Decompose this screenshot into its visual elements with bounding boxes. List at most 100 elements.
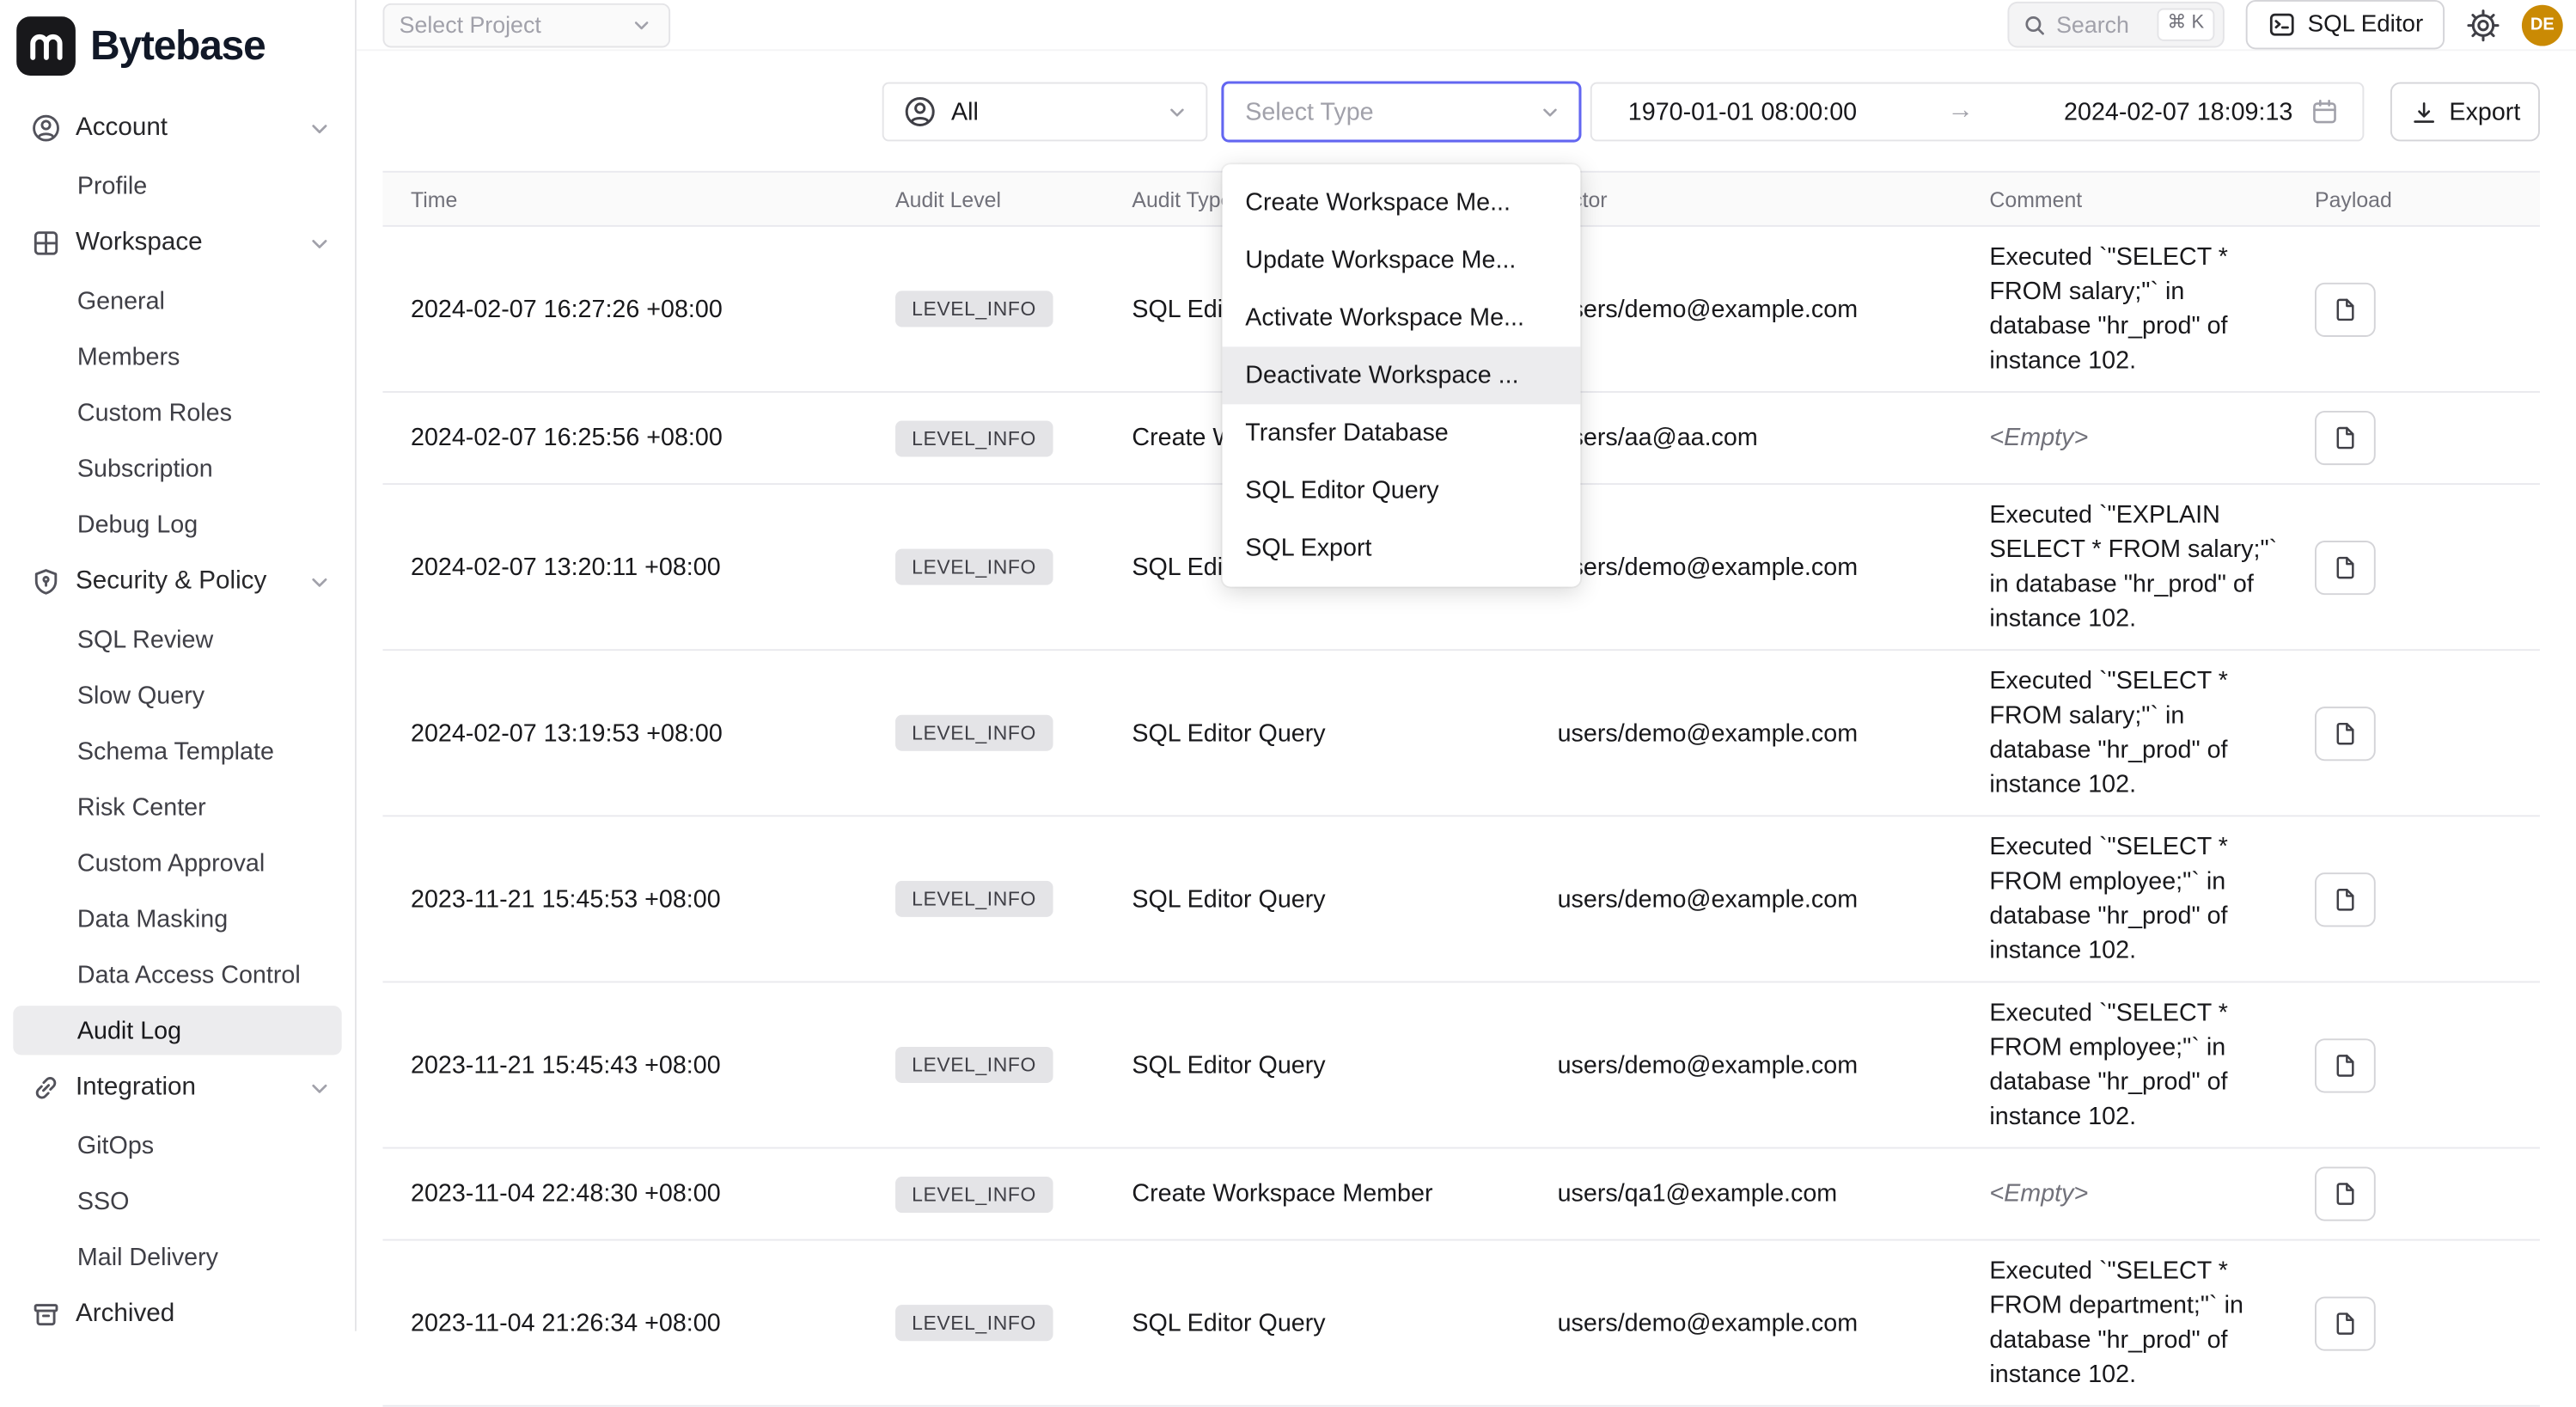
sidebar-item-sso[interactable]: SSO <box>13 1177 341 1226</box>
sidebar-item-sql-review[interactable]: SQL Review <box>13 615 341 664</box>
search-placeholder: Search <box>2056 11 2147 38</box>
settings-gear-icon[interactable] <box>2466 8 2500 42</box>
audit-level-badge: LEVEL_INFO <box>895 1047 1053 1083</box>
sidebar-item-subscription[interactable]: Subscription <box>13 444 341 492</box>
cell-audit-type: SQL Editor Query <box>1132 719 1557 748</box>
cell-time: 2024-02-07 13:20:11 +08:00 <box>382 553 895 581</box>
chevron-down-icon <box>1538 100 1563 125</box>
sidebar-item-mail-delivery[interactable]: Mail Delivery <box>13 1233 341 1282</box>
payload-view-button[interactable] <box>2315 1167 2376 1221</box>
menu-item-create-workspace-member[interactable]: Create Workspace Me... <box>1223 174 1581 232</box>
payload-view-button[interactable] <box>2315 282 2376 336</box>
cell-actor: users/demo@example.com <box>1558 885 1990 914</box>
calendar-icon <box>2310 97 2339 126</box>
chevron-down-icon <box>308 570 333 595</box>
menu-item-deactivate-workspace-member[interactable]: Deactivate Workspace ... <box>1223 346 1581 404</box>
sql-editor-button[interactable]: SQL Editor <box>2245 0 2445 49</box>
user-circle-icon <box>31 113 60 143</box>
brand[interactable]: Bytebase <box>13 9 341 82</box>
sidebar: Bytebase Account Profile Workspace Gener… <box>0 0 357 1331</box>
sidebar-item-audit-log[interactable]: Audit Log <box>13 1006 341 1055</box>
actor-filter-value: All <box>951 98 979 126</box>
column-header-audit-level: Audit Level <box>895 187 1132 211</box>
payload-view-button[interactable] <box>2315 872 2376 926</box>
cell-actor: users/aa@aa.com <box>1558 424 1990 452</box>
sidebar-item-risk-center[interactable]: Risk Center <box>13 782 341 831</box>
link-icon <box>31 1074 60 1103</box>
chevron-down-icon <box>308 116 333 141</box>
bytebase-logo-icon <box>16 16 76 76</box>
payload-view-button[interactable] <box>2315 706 2376 760</box>
table-row: 2023-11-04 22:48:30 +08:00 LEVEL_INFO Cr… <box>382 1148 2539 1240</box>
sidebar-section-account[interactable]: Account <box>13 102 341 155</box>
cell-time: 2023-11-21 15:45:53 +08:00 <box>382 885 895 914</box>
sidebar-section-archived[interactable]: Archived <box>13 1288 341 1341</box>
cell-actor: users/demo@example.com <box>1558 553 1990 581</box>
sidebar-item-profile[interactable]: Profile <box>13 161 341 210</box>
audit-level-badge: LEVEL_INFO <box>895 420 1053 456</box>
sidebar-item-schema-template[interactable]: Schema Template <box>13 726 341 775</box>
type-filter-select[interactable]: Select Type <box>1223 83 1581 142</box>
sidebar-item-data-masking[interactable]: Data Masking <box>13 894 341 943</box>
chevron-down-icon <box>308 1075 333 1100</box>
payload-view-button[interactable] <box>2315 411 2376 465</box>
brand-name: Bytebase <box>90 22 265 70</box>
topbar-right: Search ⌘ K SQL Editor DE <box>2007 0 2563 49</box>
cell-actor: users/demo@example.com <box>1558 1309 1990 1337</box>
menu-item-sql-editor-query[interactable]: SQL Editor Query <box>1223 462 1581 519</box>
sidebar-item-slow-query[interactable]: Slow Query <box>13 670 341 719</box>
search-icon <box>2022 12 2047 37</box>
cell-time: 2024-02-07 16:25:56 +08:00 <box>382 424 895 452</box>
cell-comment: <Empty> <box>1989 1177 2306 1211</box>
sidebar-item-debug-log[interactable]: Debug Log <box>13 499 341 548</box>
chevron-down-icon <box>308 231 333 256</box>
type-filter-placeholder: Select Type <box>1245 98 1373 126</box>
sidebar-item-gitops[interactable]: GitOps <box>13 1121 341 1170</box>
search-input[interactable]: Search ⌘ K <box>2007 2 2224 48</box>
date-range-picker[interactable]: 1970-01-01 08:00:00 → 2024-02-07 18:09:1… <box>1590 83 2365 142</box>
sidebar-item-custom-approval[interactable]: Custom Approval <box>13 838 341 887</box>
project-select[interactable]: Select Project <box>382 3 670 47</box>
payload-view-button[interactable] <box>2315 540 2376 594</box>
cell-time: 2024-02-07 16:27:26 +08:00 <box>382 295 895 323</box>
project-select-placeholder: Select Project <box>400 11 541 38</box>
table-row: 2024-02-07 13:19:53 +08:00 LEVEL_INFO SQ… <box>382 651 2539 817</box>
sidebar-item-general[interactable]: General <box>13 276 341 325</box>
chevron-down-icon <box>629 12 654 37</box>
date-from-value: 1970-01-01 08:00:00 <box>1628 98 1857 126</box>
menu-item-sql-export[interactable]: SQL Export <box>1223 519 1581 577</box>
menu-item-update-workspace-member[interactable]: Update Workspace Me... <box>1223 232 1581 290</box>
sidebar-section-integration[interactable]: Integration <box>13 1061 341 1114</box>
cell-comment: Executed `"SELECT * FROM salary;"` in da… <box>1989 664 2306 802</box>
filter-bar: All Select Type 1970-01-01 08:00:00 → 20… <box>357 51 2576 141</box>
sidebar-section-label: Security & Policy <box>76 567 266 596</box>
arrow-right-icon: → <box>1947 97 1974 126</box>
sidebar-item-custom-roles[interactable]: Custom Roles <box>13 388 341 437</box>
sidebar-section-workspace[interactable]: Workspace <box>13 217 341 269</box>
actor-filter-select[interactable]: All <box>882 83 1208 142</box>
audit-level-badge: LEVEL_INFO <box>895 1176 1053 1212</box>
avatar[interactable]: DE <box>2522 4 2563 46</box>
sidebar-item-data-access-control[interactable]: Data Access Control <box>13 950 341 999</box>
menu-item-transfer-database[interactable]: Transfer Database <box>1223 404 1581 462</box>
payload-view-button[interactable] <box>2315 1037 2376 1092</box>
sidebar-item-members[interactable]: Members <box>13 332 341 381</box>
cell-audit-type: SQL Editor Query <box>1132 1051 1557 1080</box>
column-header-payload: Payload <box>2306 187 2540 211</box>
user-circle-icon <box>904 95 937 128</box>
cell-time: 2023-11-04 21:26:34 +08:00 <box>382 1309 895 1337</box>
chevron-down-icon <box>1165 100 1190 125</box>
sidebar-section-label: Account <box>76 113 168 143</box>
column-header-time: Time <box>382 187 895 211</box>
export-button[interactable]: Export <box>2390 83 2540 142</box>
sidebar-nav: Account Profile Workspace General Member… <box>13 99 341 1344</box>
sidebar-section-label: Workspace <box>76 229 203 258</box>
terminal-icon <box>2267 9 2296 39</box>
cell-time: 2023-11-21 15:45:43 +08:00 <box>382 1051 895 1080</box>
payload-view-button[interactable] <box>2315 1296 2376 1350</box>
sidebar-section-label: Integration <box>76 1074 196 1103</box>
cell-comment: Executed `"EXPLAIN SELECT * FROM salary;… <box>1989 498 2306 636</box>
sidebar-section-security-policy[interactable]: Security & Policy <box>13 555 341 608</box>
menu-item-activate-workspace-member[interactable]: Activate Workspace Me... <box>1223 290 1581 347</box>
audit-level-badge: LEVEL_INFO <box>895 881 1053 917</box>
